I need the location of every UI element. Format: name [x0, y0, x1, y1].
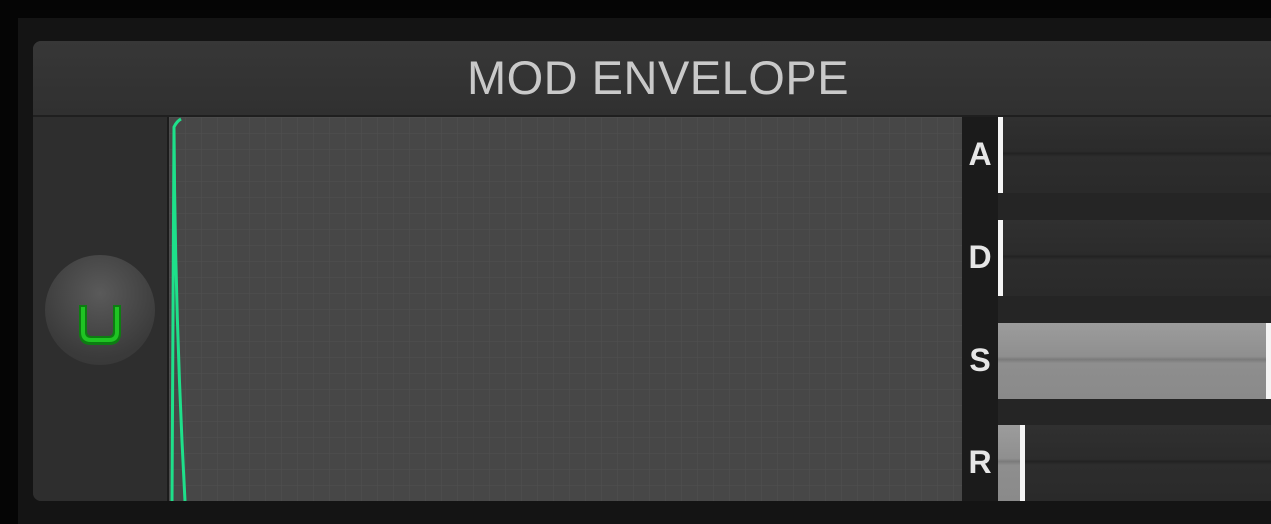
slider-label-sustain: S — [969, 342, 991, 378]
envelope-graph[interactable] — [167, 117, 964, 501]
release-slider-fill — [998, 425, 1020, 501]
power-button[interactable] — [45, 255, 155, 365]
adsr-sliders: A D S R — [962, 117, 1271, 501]
release-slider-handle[interactable] — [1020, 425, 1025, 501]
sustain-slider-fill — [998, 323, 1271, 399]
panel-title: MOD ENVELOPE — [466, 51, 850, 104]
slider-label-decay: D — [968, 239, 992, 275]
sustain-slider-handle[interactable] — [1266, 323, 1271, 399]
attack-slider-handle[interactable] — [998, 117, 1003, 193]
decay-slider[interactable] — [998, 220, 1271, 296]
slider-label-release: R — [968, 444, 992, 480]
sustain-slider[interactable] — [998, 323, 1271, 399]
mod-envelope-panel: MOD ENVELOPE A D S R — [33, 41, 1271, 501]
stage: MOD ENVELOPE A D S R — [0, 0, 1271, 524]
release-slider[interactable] — [998, 425, 1271, 501]
attack-slider[interactable] — [998, 117, 1271, 193]
power-column — [33, 117, 167, 501]
power-u-icon — [79, 305, 121, 345]
slider-label-attack: A — [968, 136, 992, 172]
envelope-curve — [170, 117, 187, 501]
panel-header: MOD ENVELOPE — [33, 41, 1271, 117]
decay-slider-handle[interactable] — [998, 220, 1003, 296]
